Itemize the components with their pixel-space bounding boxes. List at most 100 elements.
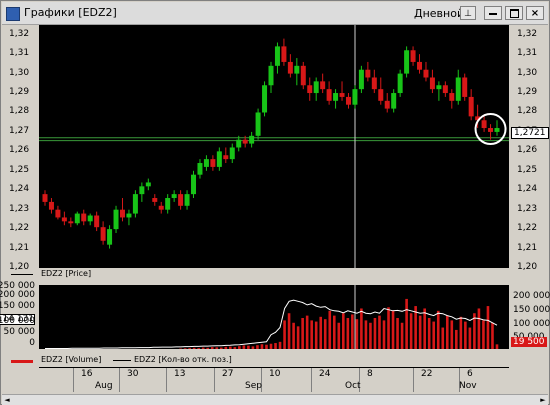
volume-bar	[396, 318, 399, 349]
date-day-label: 10	[269, 369, 281, 379]
price-legend-line	[11, 274, 33, 275]
volume-bar	[283, 320, 286, 349]
price-candle	[417, 54, 423, 74]
volume-bar	[229, 346, 232, 349]
price-candle	[61, 211, 67, 226]
date-day-label: 13	[174, 369, 186, 379]
price-candle	[436, 81, 442, 101]
timeframe-selector[interactable]: Дневной	[414, 7, 464, 20]
price-tick-right: 1,29	[517, 87, 538, 98]
price-candle	[268, 61, 274, 94]
date-day-label: 24	[319, 369, 331, 379]
volume-bar	[197, 348, 200, 349]
volume-bar	[373, 318, 377, 349]
price-candle	[100, 221, 106, 245]
volume-bar	[355, 319, 359, 349]
volume-bar	[382, 320, 386, 349]
price-tick-left: 1,28	[9, 106, 30, 117]
maximize-icon	[509, 9, 519, 18]
volume-bar	[423, 308, 426, 349]
price-candle	[184, 190, 190, 210]
price-candle	[223, 147, 229, 164]
price-candle	[326, 81, 332, 105]
price-candle	[48, 198, 54, 214]
price-tick-right: 1,20	[517, 262, 538, 272]
price-tick-left: 1,27	[9, 125, 30, 136]
price-candle	[352, 85, 358, 109]
price-tick-left: 1,20	[9, 262, 30, 272]
volume-bar	[183, 348, 187, 349]
price-candle	[404, 46, 410, 78]
price-tick-right: 1,32	[517, 28, 538, 39]
price-candle	[165, 194, 171, 214]
price-candle	[384, 93, 390, 113]
volume-bar	[491, 322, 494, 349]
volume-bar	[265, 344, 268, 349]
price-candle	[300, 61, 306, 90]
volume-bar	[269, 343, 273, 349]
price-candle	[87, 213, 93, 226]
volume-bar	[224, 346, 228, 349]
price-tick-left: 1,22	[9, 223, 30, 234]
horizontal-scrollbar[interactable]: ◄ ►	[2, 394, 548, 405]
price-candle	[320, 73, 326, 94]
volume-plot[interactable]	[39, 285, 509, 349]
price-candle	[81, 209, 87, 226]
volume-bar	[337, 322, 341, 349]
title-bar[interactable]: Графики [EDZ2] Дневной ⊥ ×	[2, 2, 548, 25]
price-candle	[203, 155, 209, 171]
price-candle	[371, 69, 377, 94]
volume-bar	[346, 318, 350, 349]
volume-bar	[206, 347, 210, 349]
price-candle	[449, 89, 455, 109]
scroll-left-icon[interactable]: ◄	[2, 395, 12, 405]
price-tick-right: 1,25	[517, 164, 538, 175]
price-candle	[274, 42, 280, 74]
price-candle	[462, 73, 468, 101]
volume-tick-left: 200 000	[0, 290, 35, 300]
price-candle	[132, 190, 138, 218]
price-candle	[145, 178, 151, 191]
volume-legend: EDZ2 [Volume]	[41, 355, 102, 364]
price-tick-right: 1,30	[517, 67, 538, 78]
price-plot[interactable]	[39, 25, 509, 268]
oi-legend: EDZ2 [Кол-во отк. поз.]	[134, 355, 232, 364]
volume-bar	[486, 306, 490, 349]
price-candle	[281, 38, 287, 66]
price-tick-right: 1,31	[517, 48, 538, 59]
volume-tick-left: 100 000	[0, 316, 35, 326]
price-tick-left: 1,32	[9, 28, 30, 39]
price-candle	[313, 77, 319, 101]
oi-legend-swatch	[113, 360, 131, 361]
price-candle	[171, 190, 177, 202]
close-icon: ×	[530, 8, 540, 19]
volume-bar	[427, 318, 431, 349]
volume-bar	[251, 346, 255, 349]
date-tick	[119, 368, 120, 392]
price-candle	[119, 198, 125, 222]
price-candle	[391, 89, 397, 113]
price-candle	[429, 69, 435, 94]
minimize-button[interactable]	[484, 6, 502, 20]
date-tick	[166, 368, 167, 392]
scroll-right-icon[interactable]: ►	[538, 395, 548, 405]
date-axis: 16 30 13 27 10 24 8 22 6 Aug Sep Oct Nov	[39, 367, 509, 395]
price-candle	[191, 170, 197, 199]
date-month-label: Oct	[345, 381, 361, 391]
maximize-button[interactable]	[505, 6, 523, 20]
date-tick	[73, 368, 74, 392]
price-candle	[255, 108, 261, 140]
close-button[interactable]: ×	[526, 6, 544, 20]
date-day-label: 30	[127, 369, 139, 379]
volume-bar	[274, 343, 277, 349]
volume-bar	[319, 316, 323, 349]
pin-icon[interactable]: ⊥	[460, 6, 476, 20]
price-legend: EDZ2 [Price]	[41, 269, 92, 278]
volume-bar	[378, 315, 381, 349]
price-chart	[39, 25, 509, 268]
price-candle	[249, 131, 255, 148]
price-candle	[481, 116, 487, 132]
chart-app-icon	[6, 7, 20, 21]
volume-bar	[238, 346, 241, 349]
price-candle	[410, 46, 416, 66]
